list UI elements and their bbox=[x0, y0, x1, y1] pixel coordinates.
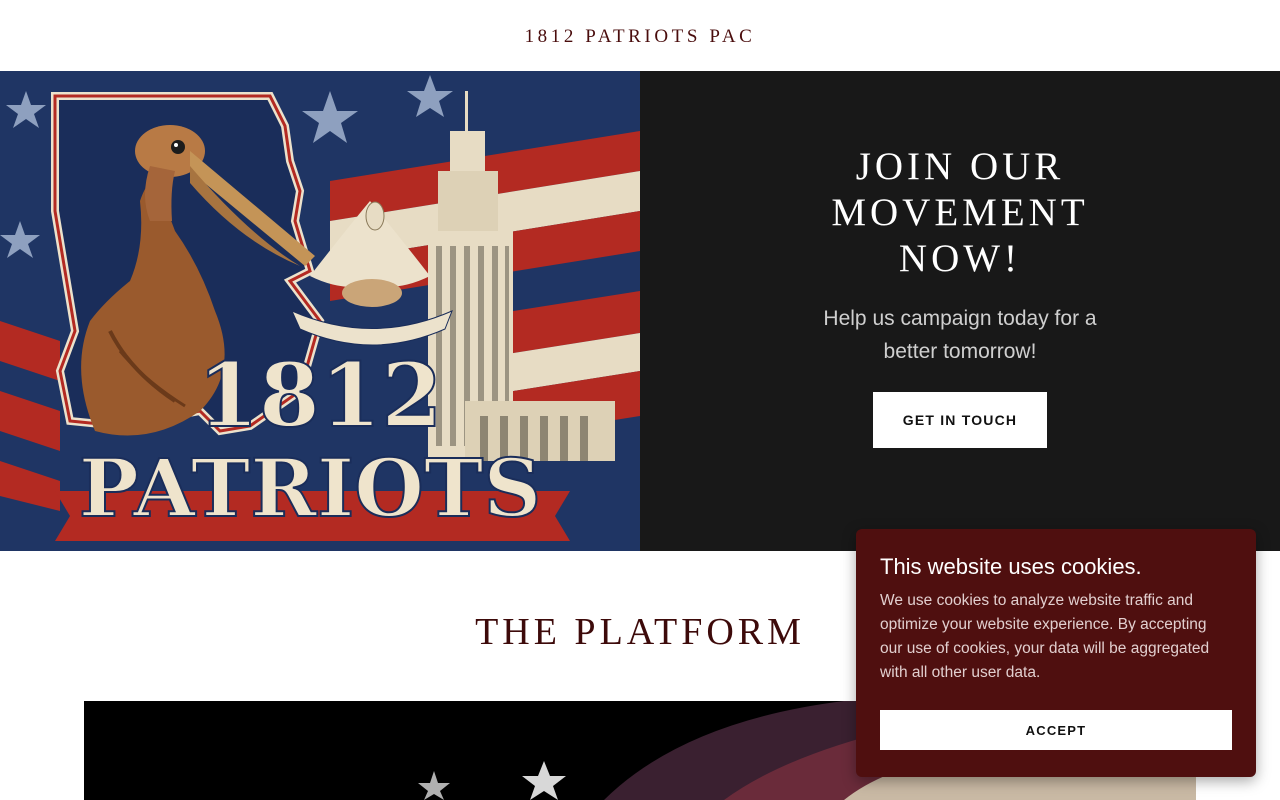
hero-image-number: 1812 bbox=[198, 343, 443, 447]
hero-subtitle: Help us campaign today for a better tomo… bbox=[823, 307, 1097, 363]
hero-section: 1812 PATRIOTS JOIN OUR MOVEMENT NOW! Hel… bbox=[0, 71, 1280, 551]
get-in-touch-button[interactable]: GET IN TOUCH bbox=[873, 392, 1047, 448]
cookie-banner-title: This website uses cookies. bbox=[880, 554, 1142, 579]
cookie-banner-text: We use cookies to analyze website traffi… bbox=[880, 592, 1210, 681]
hero-panel: JOIN OUR MOVEMENT NOW! Help us campaign … bbox=[640, 71, 1280, 551]
hero-illustration: 1812 PATRIOTS bbox=[0, 71, 640, 551]
hero-image: 1812 PATRIOTS bbox=[0, 71, 640, 551]
site-title-link[interactable]: 1812 PATRIOTS PAC bbox=[525, 24, 756, 48]
hero-heading: JOIN OUR MOVEMENT NOW! bbox=[831, 145, 1089, 280]
hero-image-word: PATRIOTS bbox=[79, 441, 541, 535]
accept-cookies-button[interactable]: ACCEPT bbox=[880, 710, 1232, 750]
site-header: 1812 PATRIOTS PAC bbox=[0, 0, 1280, 71]
cookie-banner: This website uses cookies. We use cookie… bbox=[856, 529, 1256, 777]
